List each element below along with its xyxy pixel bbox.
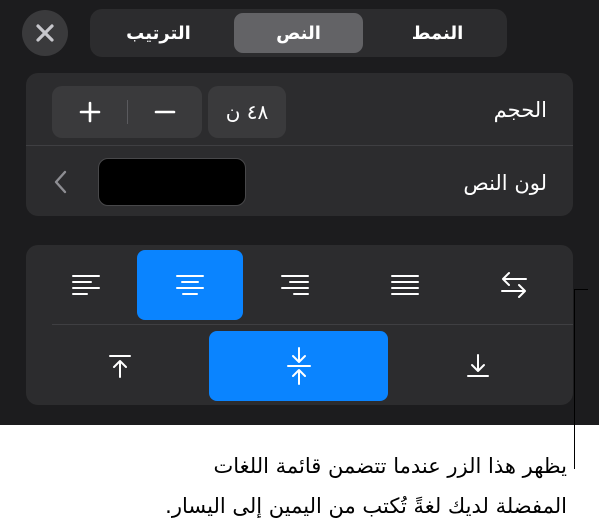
align-bottom-icon [467,354,489,377]
caption-line-1: يظهر هذا الزر عندما تتضمن قائمة اللغات [213,454,567,478]
minus-icon [154,110,175,114]
close-button[interactable] [22,10,68,56]
close-icon [36,24,54,42]
align-center-icon [176,275,204,295]
callout-pointer [574,289,588,290]
font-size-value[interactable]: ٤٨ ن [208,86,286,138]
decrease-size-button[interactable] [127,86,202,138]
size-stepper [52,86,202,138]
align-left-icon [72,275,100,295]
alignment-divider [52,324,573,325]
size-label: الحجم [493,98,547,122]
align-right-button[interactable] [257,250,333,320]
row-divider [26,145,573,146]
tab-arrange[interactable]: الترتيب [94,13,223,53]
align-justify-icon [391,275,419,295]
text-color-disclosure[interactable] [48,166,72,198]
callout-line [574,289,575,469]
format-panel: النمط النص الترتيب الحجم ٤٨ ن لون النص [0,0,599,425]
align-middle-icon [286,347,311,385]
align-top-button[interactable] [82,331,158,401]
align-justify-button[interactable] [367,250,443,320]
tab-control: النمط النص الترتيب [90,9,507,57]
chevron-left-icon [54,170,67,194]
text-color-swatch[interactable] [98,158,246,206]
align-left-button[interactable] [48,250,124,320]
text-direction-icon [501,272,527,298]
tab-text[interactable]: النص [234,13,363,53]
text-direction-button[interactable] [476,250,552,320]
align-right-icon [281,275,309,295]
plus-icon [79,101,100,123]
caption-line-2: المفضلة لديك لغةً تُكتب من اليمين إلى ال… [165,494,567,518]
tab-style[interactable]: النمط [373,13,502,53]
align-bottom-button[interactable] [440,331,516,401]
align-top-icon [109,355,131,378]
align-middle-button[interactable] [209,331,388,401]
align-center-button[interactable] [137,250,243,320]
increase-size-button[interactable] [52,86,127,138]
text-color-label: لون النص [463,171,547,195]
